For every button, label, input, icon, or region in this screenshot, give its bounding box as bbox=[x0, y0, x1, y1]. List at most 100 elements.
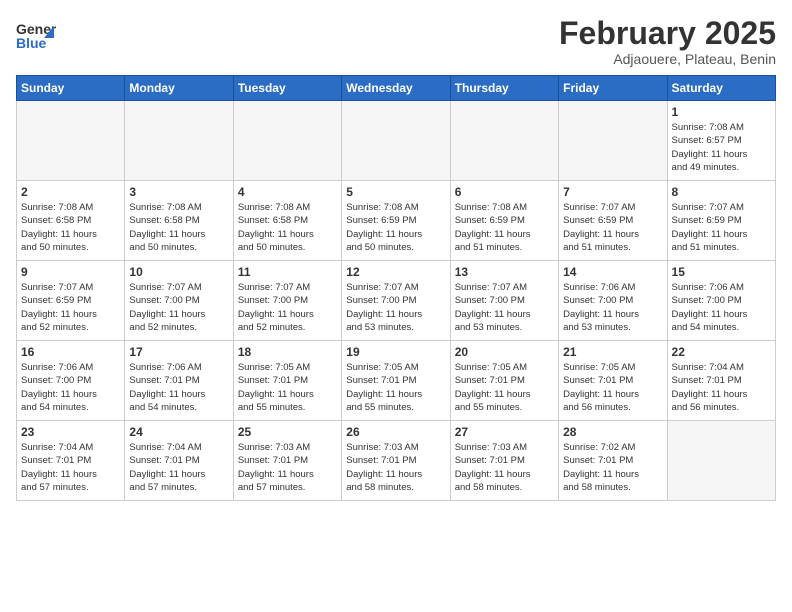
day-number: 20 bbox=[455, 345, 554, 359]
day-number: 4 bbox=[238, 185, 337, 199]
day-info: Sunrise: 7:08 AM Sunset: 6:57 PM Dayligh… bbox=[672, 121, 771, 174]
calendar-cell bbox=[233, 101, 341, 181]
calendar-cell: 27 Sunrise: 7:03 AM Sunset: 7:01 PM Dayli… bbox=[450, 421, 558, 501]
calendar-cell: 28 Sunrise: 7:02 AM Sunset: 7:01 PM Dayli… bbox=[559, 421, 667, 501]
month-title: February 2025 bbox=[559, 16, 776, 51]
day-info: Sunrise: 7:07 AM Sunset: 7:00 PM Dayligh… bbox=[238, 281, 337, 334]
day-number: 3 bbox=[129, 185, 228, 199]
calendar-cell: 7Sunrise: 7:07 AM Sunset: 6:59 PM Daylig… bbox=[559, 181, 667, 261]
day-number: 12 bbox=[346, 265, 445, 279]
calendar-cell: 13 Sunrise: 7:07 AM Sunset: 7:00 PM Dayli… bbox=[450, 261, 558, 341]
day-info: Sunrise: 7:06 AM Sunset: 7:01 PM Dayligh… bbox=[129, 361, 228, 414]
calendar-cell: 3 Sunrise: 7:08 AM Sunset: 6:58 PM Daylig… bbox=[125, 181, 233, 261]
calendar-cell: 15 Sunrise: 7:06 AM Sunset: 7:00 PM Dayli… bbox=[667, 261, 775, 341]
day-info: Sunrise: 7:06 AM Sunset: 7:00 PM Dayligh… bbox=[563, 281, 662, 334]
day-number: 5 bbox=[346, 185, 445, 199]
calendar-cell: 1Sunrise: 7:08 AM Sunset: 6:57 PM Daylig… bbox=[667, 101, 775, 181]
weekday-header-saturday: Saturday bbox=[667, 76, 775, 101]
day-info: Sunrise: 7:05 AM Sunset: 7:01 PM Dayligh… bbox=[346, 361, 445, 414]
weekday-header-wednesday: Wednesday bbox=[342, 76, 450, 101]
calendar-cell: 19 Sunrise: 7:05 AM Sunset: 7:01 PM Dayli… bbox=[342, 341, 450, 421]
weekday-header-monday: Monday bbox=[125, 76, 233, 101]
week-row-2: 2 Sunrise: 7:08 AM Sunset: 6:58 PM Daylig… bbox=[17, 181, 776, 261]
day-info: Sunrise: 7:06 AM Sunset: 7:00 PM Dayligh… bbox=[672, 281, 771, 334]
week-row-3: 9Sunrise: 7:07 AM Sunset: 6:59 PM Daylig… bbox=[17, 261, 776, 341]
day-info: Sunrise: 7:08 AM Sunset: 6:58 PM Dayligh… bbox=[21, 201, 120, 254]
calendar-cell: 12 Sunrise: 7:07 AM Sunset: 7:00 PM Dayli… bbox=[342, 261, 450, 341]
day-number: 6 bbox=[455, 185, 554, 199]
day-info: Sunrise: 7:08 AM Sunset: 6:58 PM Dayligh… bbox=[129, 201, 228, 254]
calendar-cell: 8 Sunrise: 7:07 AM Sunset: 6:59 PM Daylig… bbox=[667, 181, 775, 261]
day-info: Sunrise: 7:04 AM Sunset: 7:01 PM Dayligh… bbox=[129, 441, 228, 494]
logo: General Blue bbox=[16, 16, 56, 61]
week-row-1: 1Sunrise: 7:08 AM Sunset: 6:57 PM Daylig… bbox=[17, 101, 776, 181]
calendar-cell bbox=[667, 421, 775, 501]
day-number: 24 bbox=[129, 425, 228, 439]
day-info: Sunrise: 7:08 AM Sunset: 6:58 PM Dayligh… bbox=[238, 201, 337, 254]
calendar-table: SundayMondayTuesdayWednesdayThursdayFrid… bbox=[16, 75, 776, 501]
calendar-cell: 18 Sunrise: 7:05 AM Sunset: 7:01 PM Dayli… bbox=[233, 341, 341, 421]
calendar-cell: 20 Sunrise: 7:05 AM Sunset: 7:01 PM Dayli… bbox=[450, 341, 558, 421]
day-info: Sunrise: 7:05 AM Sunset: 7:01 PM Dayligh… bbox=[238, 361, 337, 414]
day-info: Sunrise: 7:05 AM Sunset: 7:01 PM Dayligh… bbox=[455, 361, 554, 414]
day-info: Sunrise: 7:04 AM Sunset: 7:01 PM Dayligh… bbox=[21, 441, 120, 494]
header: General Blue February 2025 Adjaouere, Pl… bbox=[16, 16, 776, 67]
calendar-cell: 22 Sunrise: 7:04 AM Sunset: 7:01 PM Dayli… bbox=[667, 341, 775, 421]
week-row-4: 16 Sunrise: 7:06 AM Sunset: 7:00 PM Dayli… bbox=[17, 341, 776, 421]
day-number: 7 bbox=[563, 185, 662, 199]
day-number: 21 bbox=[563, 345, 662, 359]
day-info: Sunrise: 7:06 AM Sunset: 7:00 PM Dayligh… bbox=[21, 361, 120, 414]
calendar-cell: 17Sunrise: 7:06 AM Sunset: 7:01 PM Dayli… bbox=[125, 341, 233, 421]
day-number: 25 bbox=[238, 425, 337, 439]
calendar-cell bbox=[559, 101, 667, 181]
day-number: 16 bbox=[21, 345, 120, 359]
weekday-header-thursday: Thursday bbox=[450, 76, 558, 101]
day-info: Sunrise: 7:08 AM Sunset: 6:59 PM Dayligh… bbox=[346, 201, 445, 254]
weekday-header-tuesday: Tuesday bbox=[233, 76, 341, 101]
calendar-cell: 26Sunrise: 7:03 AM Sunset: 7:01 PM Dayli… bbox=[342, 421, 450, 501]
weekday-header-sunday: Sunday bbox=[17, 76, 125, 101]
calendar-cell: 2 Sunrise: 7:08 AM Sunset: 6:58 PM Daylig… bbox=[17, 181, 125, 261]
calendar-cell bbox=[342, 101, 450, 181]
logo-graphic: General Blue bbox=[16, 16, 56, 61]
day-info: Sunrise: 7:03 AM Sunset: 7:01 PM Dayligh… bbox=[346, 441, 445, 494]
day-info: Sunrise: 7:04 AM Sunset: 7:01 PM Dayligh… bbox=[672, 361, 771, 414]
calendar-cell: 21Sunrise: 7:05 AM Sunset: 7:01 PM Dayli… bbox=[559, 341, 667, 421]
calendar-cell: 4 Sunrise: 7:08 AM Sunset: 6:58 PM Daylig… bbox=[233, 181, 341, 261]
day-info: Sunrise: 7:07 AM Sunset: 7:00 PM Dayligh… bbox=[346, 281, 445, 334]
day-number: 27 bbox=[455, 425, 554, 439]
day-info: Sunrise: 7:07 AM Sunset: 7:00 PM Dayligh… bbox=[129, 281, 228, 334]
location-subtitle: Adjaouere, Plateau, Benin bbox=[559, 51, 776, 67]
day-number: 23 bbox=[21, 425, 120, 439]
calendar-cell: 16 Sunrise: 7:06 AM Sunset: 7:00 PM Dayli… bbox=[17, 341, 125, 421]
calendar-cell: 10 Sunrise: 7:07 AM Sunset: 7:00 PM Dayli… bbox=[125, 261, 233, 341]
calendar-cell bbox=[17, 101, 125, 181]
day-info: Sunrise: 7:07 AM Sunset: 6:59 PM Dayligh… bbox=[672, 201, 771, 254]
weekday-header-row: SundayMondayTuesdayWednesdayThursdayFrid… bbox=[17, 76, 776, 101]
day-number: 18 bbox=[238, 345, 337, 359]
day-number: 10 bbox=[129, 265, 228, 279]
day-number: 28 bbox=[563, 425, 662, 439]
calendar-cell: 25Sunrise: 7:03 AM Sunset: 7:01 PM Dayli… bbox=[233, 421, 341, 501]
calendar-cell bbox=[450, 101, 558, 181]
day-number: 9 bbox=[21, 265, 120, 279]
day-info: Sunrise: 7:08 AM Sunset: 6:59 PM Dayligh… bbox=[455, 201, 554, 254]
day-number: 15 bbox=[672, 265, 771, 279]
day-info: Sunrise: 7:03 AM Sunset: 7:01 PM Dayligh… bbox=[455, 441, 554, 494]
calendar-cell: 9Sunrise: 7:07 AM Sunset: 6:59 PM Daylig… bbox=[17, 261, 125, 341]
day-number: 8 bbox=[672, 185, 771, 199]
day-number: 11 bbox=[238, 265, 337, 279]
day-info: Sunrise: 7:02 AM Sunset: 7:01 PM Dayligh… bbox=[563, 441, 662, 494]
day-number: 19 bbox=[346, 345, 445, 359]
day-number: 2 bbox=[21, 185, 120, 199]
calendar-cell: 23 Sunrise: 7:04 AM Sunset: 7:01 PM Dayli… bbox=[17, 421, 125, 501]
calendar-cell bbox=[125, 101, 233, 181]
day-info: Sunrise: 7:07 AM Sunset: 7:00 PM Dayligh… bbox=[455, 281, 554, 334]
svg-text:Blue: Blue bbox=[16, 35, 47, 51]
calendar-cell: 5 Sunrise: 7:08 AM Sunset: 6:59 PM Daylig… bbox=[342, 181, 450, 261]
calendar-cell: 11 Sunrise: 7:07 AM Sunset: 7:00 PM Dayli… bbox=[233, 261, 341, 341]
week-row-5: 23 Sunrise: 7:04 AM Sunset: 7:01 PM Dayli… bbox=[17, 421, 776, 501]
day-number: 22 bbox=[672, 345, 771, 359]
day-number: 13 bbox=[455, 265, 554, 279]
weekday-header-friday: Friday bbox=[559, 76, 667, 101]
